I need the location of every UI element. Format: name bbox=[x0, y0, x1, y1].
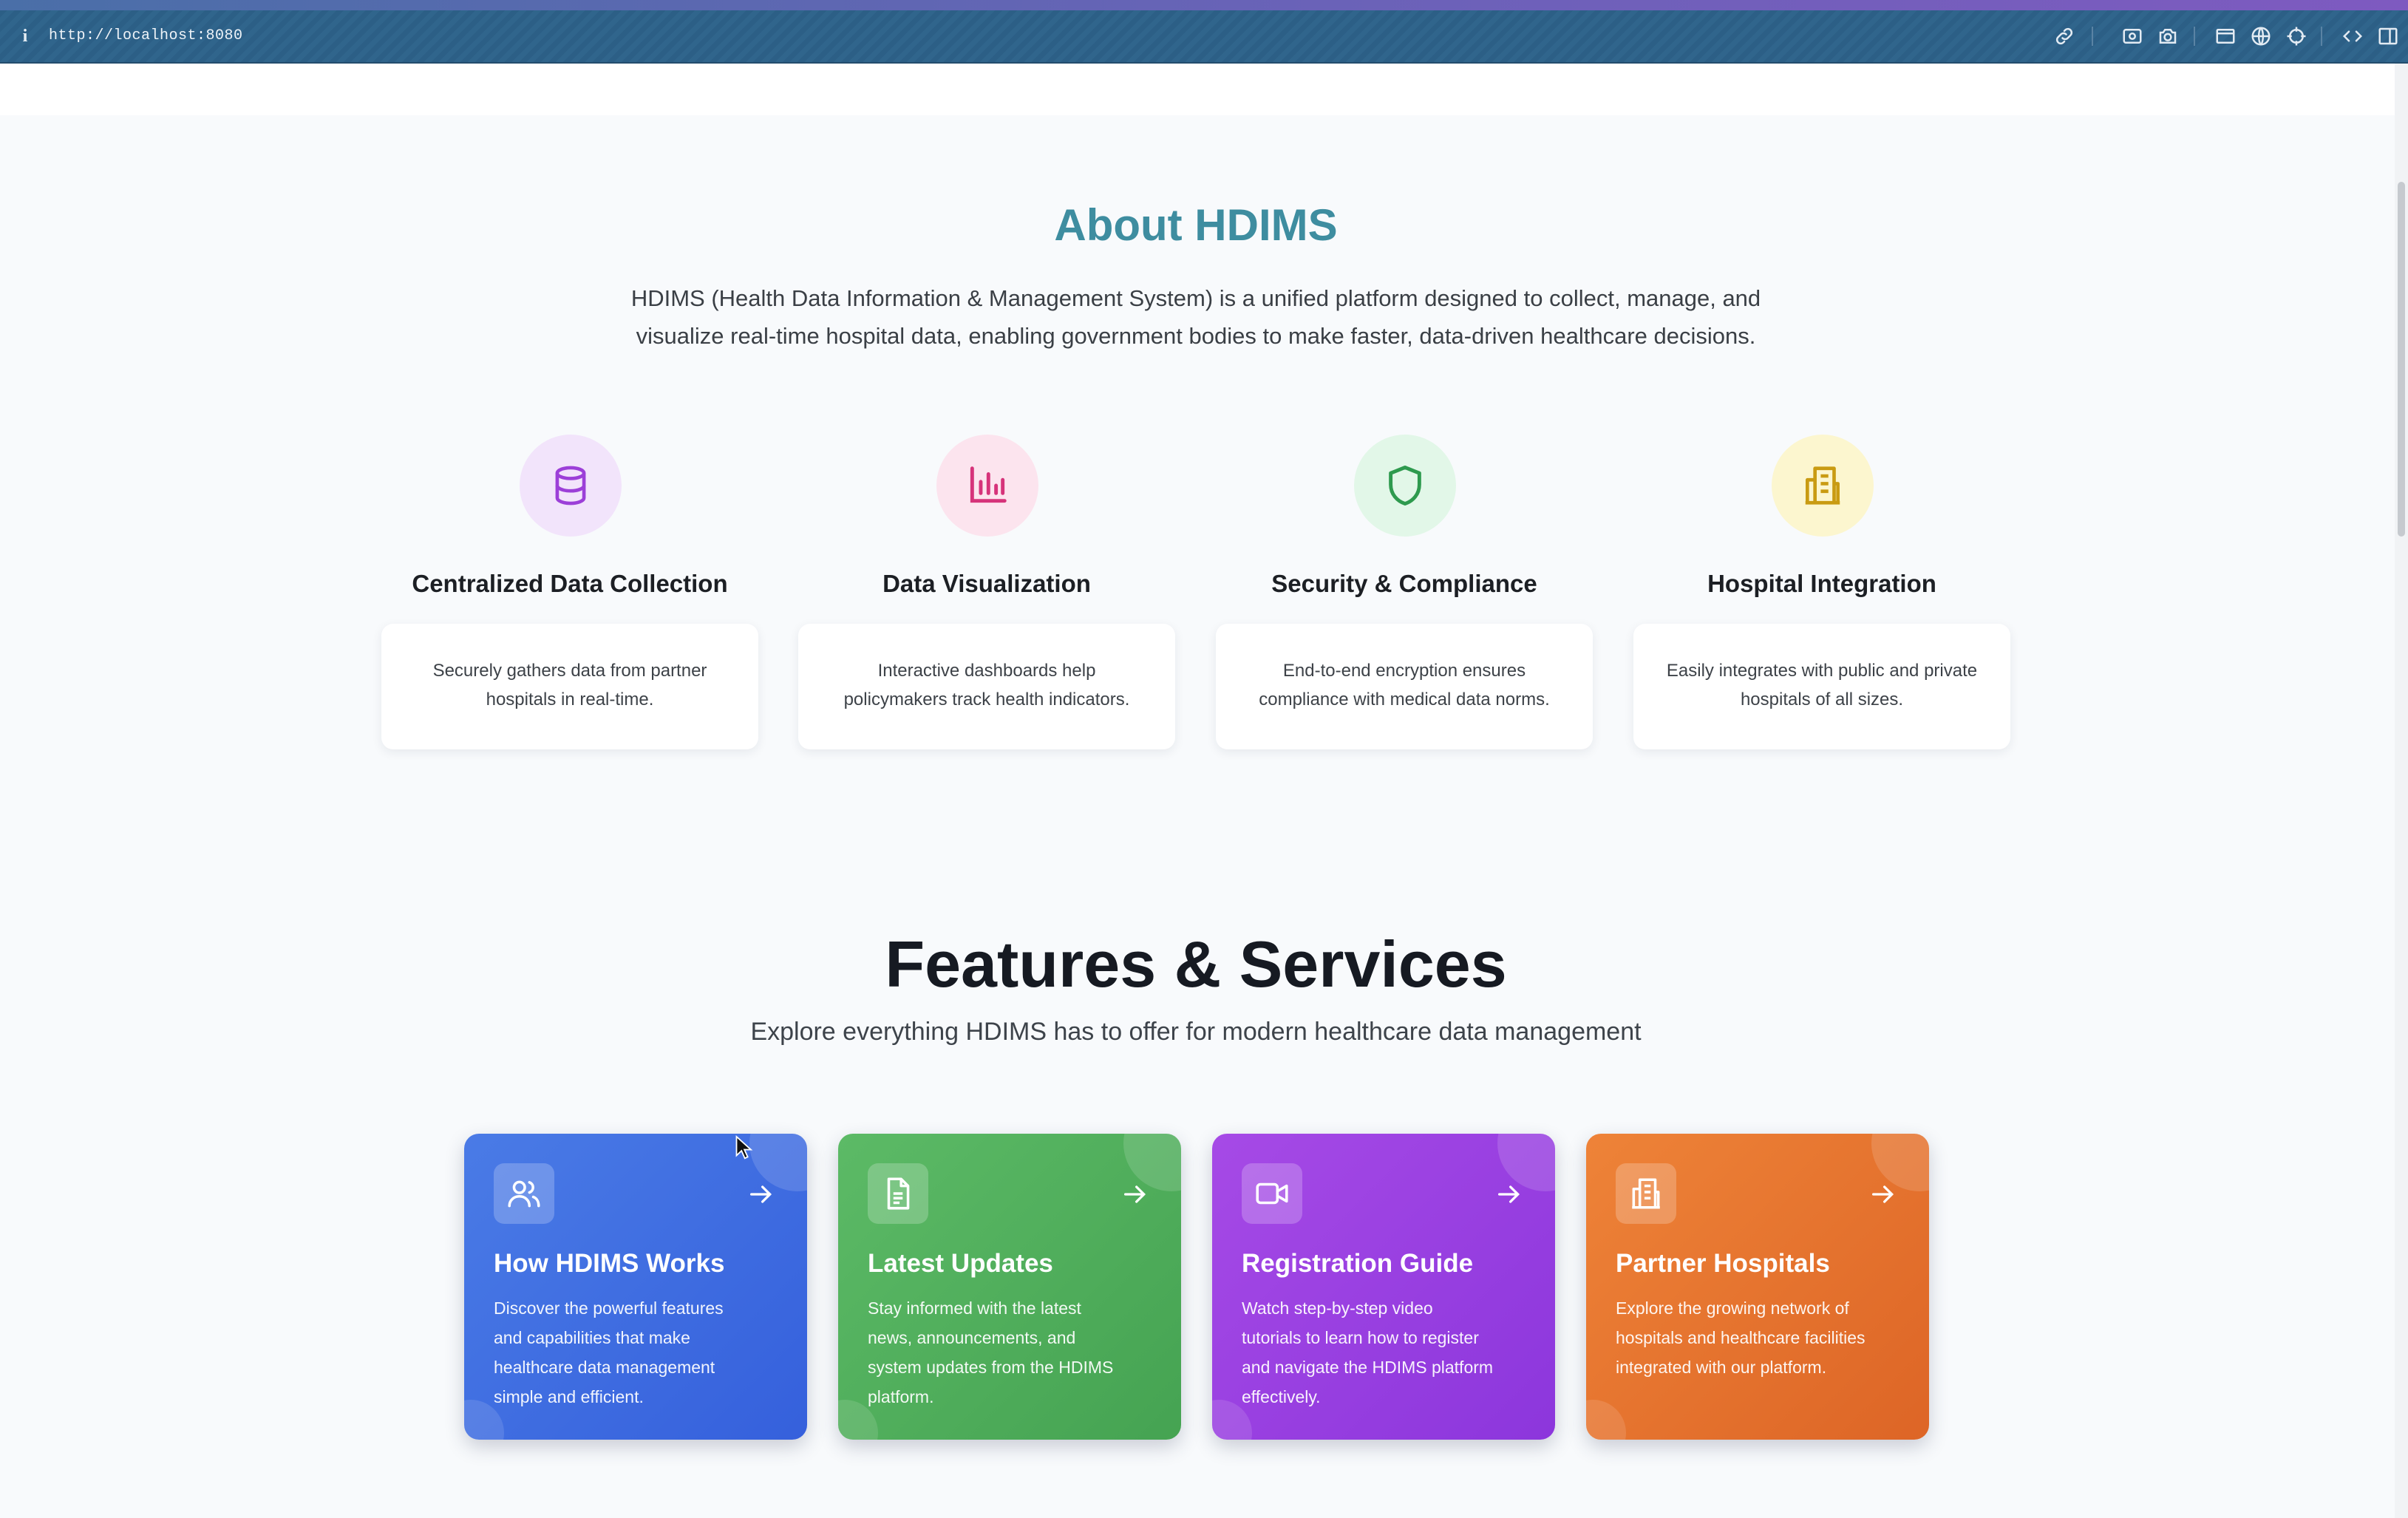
card-partner-hospitals[interactable]: Partner Hospitals Explore the growing ne… bbox=[1586, 1134, 1929, 1440]
card-icon-tile bbox=[868, 1163, 928, 1224]
video-icon bbox=[1256, 1182, 1288, 1205]
about-title: About HDIMS bbox=[1054, 200, 1338, 250]
feature-icon-circle bbox=[1354, 435, 1456, 537]
building-icon bbox=[1805, 466, 1840, 505]
scrollbar-thumb[interactable] bbox=[2398, 182, 2405, 537]
card-title: How HDIMS Works bbox=[494, 1249, 725, 1278]
card-description: Discover the powerful features and capabi… bbox=[494, 1299, 724, 1406]
toolbar-divider bbox=[2321, 27, 2322, 46]
code-icon[interactable] bbox=[2341, 25, 2364, 47]
crosshair-icon[interactable] bbox=[2285, 25, 2307, 47]
arrow-right-icon[interactable] bbox=[1494, 1180, 1524, 1209]
feature-icon-circle bbox=[520, 435, 622, 537]
card-title: Registration Guide bbox=[1242, 1249, 1474, 1278]
feature-description: Securely gathers data from partner hospit… bbox=[432, 661, 707, 709]
feature-title: Data Visualization bbox=[882, 570, 1091, 597]
toolbar-divider bbox=[2194, 27, 2195, 46]
feature-description: End-to-end encryption ensures compliance … bbox=[1259, 661, 1550, 709]
screenshot-icon[interactable] bbox=[2121, 25, 2143, 47]
feature-card: Securely gathers data from partner hospit… bbox=[381, 624, 758, 749]
arrow-right-icon[interactable] bbox=[1120, 1180, 1150, 1209]
card-description: Stay informed with the latest news, annou… bbox=[868, 1299, 1114, 1406]
card-icon-tile bbox=[1616, 1163, 1676, 1224]
feature-title: Hospital Integration bbox=[1707, 570, 1936, 597]
services-subtitle: Explore everything HDIMS has to offer fo… bbox=[750, 1018, 1642, 1046]
card-description: Explore the growing network of hospitals … bbox=[1616, 1299, 1865, 1377]
card-title: Latest Updates bbox=[868, 1249, 1053, 1278]
about-description-line: visualize real-time hospital data, enabl… bbox=[636, 323, 1756, 349]
users-icon bbox=[508, 1180, 540, 1208]
feature-card: Easily integrates with public and privat… bbox=[1633, 624, 2010, 749]
shield-icon bbox=[1389, 466, 1421, 506]
about-description: HDIMS (Health Data Information & Managem… bbox=[605, 279, 1787, 355]
bar-chart-icon bbox=[970, 466, 1007, 503]
card-description: Watch step-by-step video tutorials to lea… bbox=[1242, 1299, 1494, 1406]
document-icon bbox=[887, 1177, 910, 1210]
address-bar[interactable]: http://localhost:8080 bbox=[49, 27, 243, 46]
card-how-hdims-works[interactable]: How HDIMS Works Discover the powerful fe… bbox=[464, 1134, 807, 1440]
feature-description: Interactive dashboards help policymakers … bbox=[843, 661, 1130, 709]
card-icon-tile bbox=[494, 1163, 554, 1224]
about-description-line: HDIMS (Health Data Information & Managem… bbox=[630, 285, 1761, 311]
card-latest-updates[interactable]: Latest Updates Stay informed with the la… bbox=[838, 1134, 1181, 1440]
sidebar-icon[interactable] bbox=[2377, 25, 2399, 47]
page-scrollbar[interactable] bbox=[2395, 64, 2408, 1518]
link-icon[interactable] bbox=[2053, 25, 2075, 47]
globe-icon[interactable] bbox=[2250, 25, 2272, 47]
feature-title: Security & Compliance bbox=[1271, 570, 1537, 597]
database-icon bbox=[555, 466, 586, 506]
feature-icon-circle bbox=[936, 435, 1038, 537]
window-icon[interactable] bbox=[2214, 25, 2237, 47]
browser-accent-bar bbox=[0, 0, 2408, 10]
info-icon[interactable]: i bbox=[18, 25, 33, 47]
arrow-right-icon[interactable] bbox=[746, 1180, 776, 1209]
browser-toolbar: i http://localhost:8080 bbox=[0, 10, 2408, 64]
decorative-circle bbox=[1586, 1400, 1626, 1440]
feature-icon-circle bbox=[1772, 435, 1874, 537]
mouse-cursor-icon bbox=[735, 1134, 753, 1160]
feature-card: Interactive dashboards help policymakers … bbox=[798, 624, 1175, 749]
services-title: Features & Services bbox=[885, 928, 1507, 1001]
feature-title: Centralized Data Collection bbox=[412, 570, 728, 597]
feature-description: Easily integrates with public and privat… bbox=[1666, 661, 1978, 709]
header-band bbox=[0, 64, 2395, 115]
building-icon bbox=[1632, 1178, 1660, 1209]
toolbar-divider bbox=[2092, 27, 2093, 46]
card-icon-tile bbox=[1242, 1163, 1302, 1224]
card-registration-guide[interactable]: Registration Guide Watch step-by-step vi… bbox=[1212, 1134, 1555, 1440]
camera-icon[interactable] bbox=[2157, 25, 2179, 47]
card-title: Partner Hospitals bbox=[1616, 1249, 1830, 1278]
arrow-right-icon[interactable] bbox=[1868, 1180, 1898, 1209]
feature-card: End-to-end encryption ensures compliance … bbox=[1216, 624, 1593, 749]
